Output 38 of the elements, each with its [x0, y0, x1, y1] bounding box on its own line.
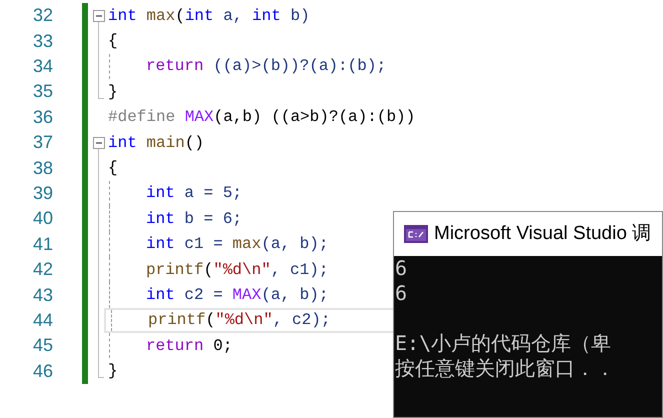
console-output: 6 [395, 256, 408, 281]
code-line: #define MAX(a,b) ((a>b)?(a):(b)) [107, 107, 416, 128]
line-number: 36 [32, 106, 54, 129]
line-number: 32 [32, 4, 54, 28]
line-number: 34 [32, 54, 54, 78]
line-number: 38 [32, 156, 54, 180]
line-number: 45 [32, 334, 54, 358]
code-line: printf("%d\n", c1); [145, 260, 328, 281]
window-title: Microsoft Visual Studio 调 [434, 222, 652, 246]
code-line: int c2 = MAX(a, b); [145, 284, 328, 306]
line-number: 43 [32, 284, 54, 306]
code-line: } [107, 361, 118, 382]
code-line: { [107, 31, 118, 52]
console-message: E:\小卢的代码仓库（卑 [395, 331, 612, 356]
console-message: 按任意键关闭此窗口．． [395, 356, 616, 381]
code-line: return 0; [145, 336, 232, 357]
line-number: 37 [32, 131, 54, 154]
console-output: 6 [395, 281, 408, 306]
code-line: int max(int a, int b) [107, 6, 310, 27]
collapse-icon[interactable] [93, 136, 105, 149]
line-number: 46 [32, 360, 54, 383]
console-icon [404, 225, 428, 243]
code-line: { [107, 158, 118, 180]
code-line: int c1 = max(a, b); [145, 234, 328, 256]
line-number: 44 [32, 308, 54, 332]
line-number: 33 [32, 30, 54, 53]
collapse-icon[interactable] [93, 10, 105, 22]
code-line: int main() [107, 132, 204, 154]
code-line: int a = 5; [145, 183, 242, 204]
code-line: } [107, 82, 118, 103]
line-number: 39 [32, 182, 54, 205]
line-number: 35 [32, 80, 54, 104]
code-line: int b = 6; [145, 208, 242, 230]
code-line: printf("%d\n", c2); [147, 310, 330, 332]
line-number: 40 [32, 207, 54, 230]
line-number: 42 [32, 258, 54, 282]
code-line: return ((a)>(b))?(a):(b); [145, 56, 386, 78]
line-number: 41 [32, 232, 54, 256]
